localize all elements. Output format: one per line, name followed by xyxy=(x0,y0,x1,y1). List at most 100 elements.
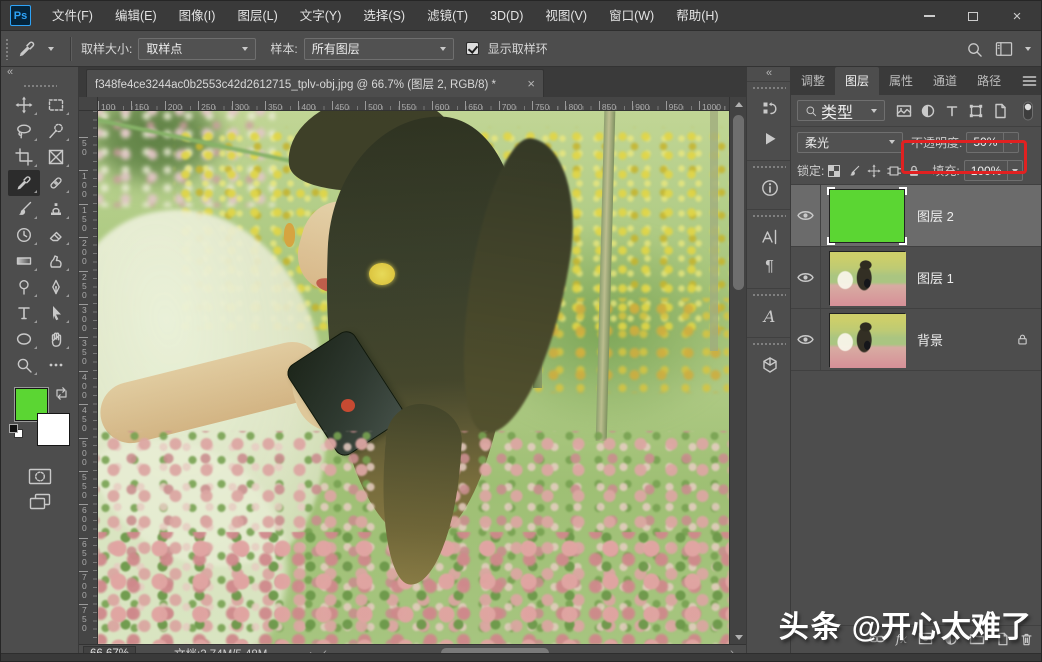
screen-mode-button[interactable] xyxy=(29,493,51,510)
close-button[interactable]: × xyxy=(995,1,1039,31)
swap-colors-icon[interactable] xyxy=(54,386,69,401)
opacity-field[interactable]: 50% xyxy=(966,132,1019,153)
search-icon[interactable] xyxy=(966,41,983,58)
vertical-scrollbar[interactable] xyxy=(729,97,746,644)
visibility-toggle[interactable] xyxy=(791,247,821,308)
history-brush-tool[interactable] xyxy=(8,222,40,248)
smudge-tool[interactable] xyxy=(40,248,72,274)
pen-tool[interactable] xyxy=(40,274,72,300)
quick-mask-button[interactable] xyxy=(28,468,52,485)
menu-item[interactable]: 文字(Y) xyxy=(289,1,353,31)
menu-item[interactable]: 滤镜(T) xyxy=(416,1,479,31)
menu-item[interactable]: 视图(V) xyxy=(534,1,598,31)
move-tool[interactable] xyxy=(8,92,40,118)
menu-item[interactable]: 帮助(H) xyxy=(665,1,729,31)
history-panel-icon[interactable] xyxy=(747,94,792,124)
3d-panel-icon[interactable] xyxy=(747,350,792,380)
scroll-up-arrow[interactable] xyxy=(730,97,747,111)
close-tab-icon[interactable]: × xyxy=(527,76,535,91)
tab-channels[interactable]: 通道 xyxy=(923,67,967,95)
layer-thumbnail[interactable] xyxy=(829,313,905,367)
brush-tool[interactable] xyxy=(8,196,40,222)
lock-position-icon[interactable] xyxy=(864,161,884,181)
toolbox-grip[interactable] xyxy=(23,84,57,88)
menu-item[interactable]: 选择(S) xyxy=(352,1,416,31)
glyphs-panel-icon[interactable]: A xyxy=(747,301,792,331)
fill-value[interactable]: 100% xyxy=(965,164,1008,178)
layer-name[interactable]: 图层 2 xyxy=(917,206,954,225)
eraser-tool[interactable] xyxy=(40,222,72,248)
layer-name[interactable]: 背景 xyxy=(917,330,943,349)
hand-tool[interactable] xyxy=(40,326,72,352)
workspace-icon[interactable] xyxy=(995,41,1013,57)
rectangular-marquee-tool[interactable] xyxy=(40,92,72,118)
eyedropper-tool[interactable] xyxy=(8,170,40,196)
minimize-button[interactable] xyxy=(907,1,951,31)
opacity-dropdown-button[interactable] xyxy=(1003,133,1018,152)
lock-image-icon[interactable] xyxy=(844,161,864,181)
gradient-tool[interactable] xyxy=(8,248,40,274)
filter-pin-icon[interactable] xyxy=(1017,100,1039,121)
dock-grip[interactable] xyxy=(752,342,786,346)
menu-item[interactable]: 编辑(E) xyxy=(104,1,168,31)
sample-dropdown[interactable]: 所有图层 xyxy=(304,38,454,60)
menu-item[interactable]: 文件(F) xyxy=(41,1,104,31)
shape-layer-filter-icon[interactable] xyxy=(965,100,987,121)
layer-thumbnail[interactable] xyxy=(829,189,905,243)
fill-field[interactable]: 100% xyxy=(964,160,1024,181)
zoom-tool[interactable] xyxy=(8,352,40,378)
layer-row[interactable]: 图层 2 xyxy=(791,185,1042,247)
smart-object-filter-icon[interactable] xyxy=(989,100,1011,121)
tab-adjustments[interactable]: 调整 xyxy=(791,67,835,95)
options-grip[interactable] xyxy=(5,38,10,60)
dodge-tool[interactable] xyxy=(8,274,40,300)
tab-paths[interactable]: 路径 xyxy=(967,67,1011,95)
lasso-tool[interactable] xyxy=(8,118,40,144)
menu-item[interactable]: 图像(I) xyxy=(168,1,227,31)
blend-mode-dropdown[interactable]: 柔光 xyxy=(797,132,903,153)
fill-dropdown-button[interactable] xyxy=(1007,161,1022,180)
spot-healing-brush-tool[interactable] xyxy=(40,170,72,196)
actions-panel-icon[interactable] xyxy=(747,124,792,154)
adjustment-layer-filter-icon[interactable] xyxy=(917,100,939,121)
vertical-scroll-thumb[interactable] xyxy=(733,115,744,290)
lock-all-icon[interactable] xyxy=(904,161,924,181)
pixel-layer-filter-icon[interactable] xyxy=(893,100,915,121)
path-selection-tool[interactable] xyxy=(40,300,72,326)
canvas[interactable] xyxy=(98,111,729,644)
dock-collapse-icon[interactable]: « xyxy=(747,67,790,81)
workspace-chevron[interactable] xyxy=(1025,47,1031,51)
info-panel-icon[interactable] xyxy=(747,173,792,203)
tool-preset-picker[interactable] xyxy=(15,39,62,59)
visibility-toggle[interactable] xyxy=(791,185,821,246)
ellipse-tool[interactable] xyxy=(8,326,40,352)
background-color-swatch[interactable] xyxy=(37,413,70,446)
toolbox-collapse-icon[interactable]: « xyxy=(1,67,78,80)
edit-toolbar-button[interactable] xyxy=(40,352,72,378)
dock-grip[interactable] xyxy=(752,214,786,218)
default-colors-icon[interactable] xyxy=(9,424,23,438)
frame-tool[interactable] xyxy=(40,144,72,170)
clone-stamp-tool[interactable] xyxy=(40,196,72,222)
dock-grip[interactable] xyxy=(752,293,786,297)
type-tool[interactable] xyxy=(8,300,40,326)
tab-layers[interactable]: 图层 xyxy=(835,67,879,95)
lock-artboard-icon[interactable] xyxy=(884,161,904,181)
sample-size-dropdown[interactable]: 取样点 xyxy=(138,38,256,60)
visibility-toggle[interactable] xyxy=(791,309,821,370)
layer-thumbnail[interactable] xyxy=(829,251,905,305)
lock-transparency-icon[interactable] xyxy=(824,161,844,181)
crop-tool[interactable] xyxy=(8,144,40,170)
quick-selection-tool[interactable] xyxy=(40,118,72,144)
scroll-down-arrow[interactable] xyxy=(730,630,747,644)
type-layer-filter-icon[interactable] xyxy=(941,100,963,121)
filter-type-dropdown[interactable]: 类型 xyxy=(797,100,885,121)
document-tab[interactable]: f348fe4ce3244ac0b2553c42d2612715_tplv-ob… xyxy=(86,69,544,97)
dock-grip[interactable] xyxy=(752,165,786,169)
menu-item[interactable]: 图层(L) xyxy=(226,1,288,31)
menu-item[interactable]: 窗口(W) xyxy=(598,1,665,31)
opacity-value[interactable]: 50% xyxy=(967,135,1003,149)
show-sampling-ring-checkbox[interactable] xyxy=(466,42,479,55)
layer-row[interactable]: 图层 1 xyxy=(791,247,1042,309)
menu-item[interactable]: 3D(D) xyxy=(479,1,534,31)
